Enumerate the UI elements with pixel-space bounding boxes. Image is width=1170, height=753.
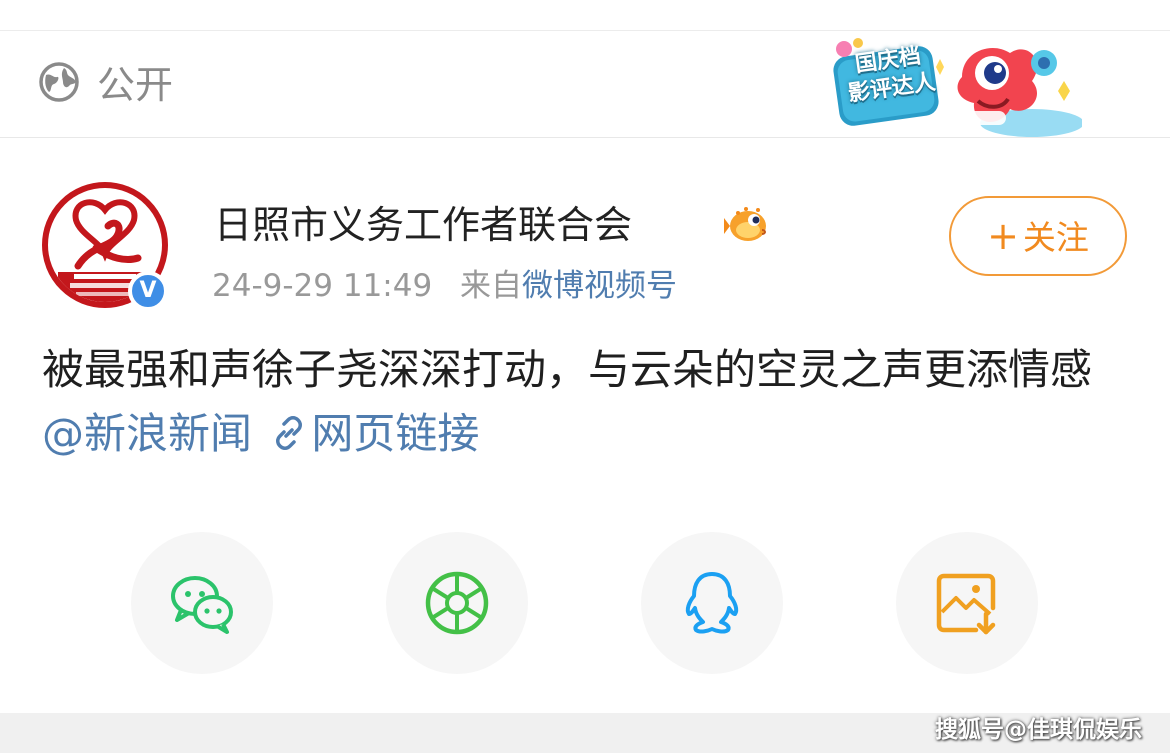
weibo-share-page: 公开 国庆档 影评达人 V 日照市义务工作者联合会 24-9-29 11:49 … <box>0 0 1170 753</box>
share-qq-button[interactable] <box>641 532 783 674</box>
post-timestamp: 24-9-29 11:49 <box>212 268 433 304</box>
watermark: 搜狐号@佳琪侃娱乐 <box>935 717 1142 743</box>
share-wechat-button[interactable] <box>131 532 273 674</box>
post-body: 被最强和声徐子尧深深打动，与云朵的空灵之声更添情感 @新浪新闻 网页链接 <box>42 338 1132 466</box>
share-row <box>0 532 1170 677</box>
web-link[interactable]: 网页链接 <box>311 409 479 458</box>
follow-button[interactable]: + 关注 <box>949 196 1127 276</box>
follow-label: 关注 <box>1022 218 1089 257</box>
top-strip <box>0 0 1170 31</box>
globe-icon <box>39 62 79 102</box>
source-prefix: 来自 <box>460 268 523 304</box>
moments-icon <box>425 571 489 635</box>
link-icon <box>276 416 303 450</box>
wechat-icon <box>171 576 233 634</box>
qq-icon <box>685 572 739 634</box>
plus-icon: + <box>987 214 1019 258</box>
mascot-badge: 国庆档 影评达人 <box>832 37 1084 145</box>
pufferfish-icon <box>724 207 766 241</box>
visibility-row[interactable]: 公开 国庆档 影评达人 <box>0 31 1170 138</box>
verified-badge-icon: V <box>128 271 168 311</box>
share-moments-button[interactable] <box>386 532 528 674</box>
post-card: V 日照市义务工作者联合会 24-9-29 11:49 来自微博视频号 + 关注 … <box>0 138 1170 713</box>
save-image-icon <box>936 573 996 635</box>
mention-link[interactable]: @新浪新闻 <box>42 409 252 458</box>
visibility-label: 公开 <box>97 63 174 107</box>
post-meta: 24-9-29 11:49 来自微博视频号 <box>212 266 677 306</box>
share-save-image-button[interactable] <box>896 532 1038 674</box>
post-body-text: 被最强和声徐子尧深深打动，与云朵的空灵之声更添情感 <box>42 345 1093 394</box>
author-name[interactable]: 日照市义务工作者联合会 <box>214 202 632 248</box>
post-source-link[interactable]: 微博视频号 <box>522 268 677 304</box>
